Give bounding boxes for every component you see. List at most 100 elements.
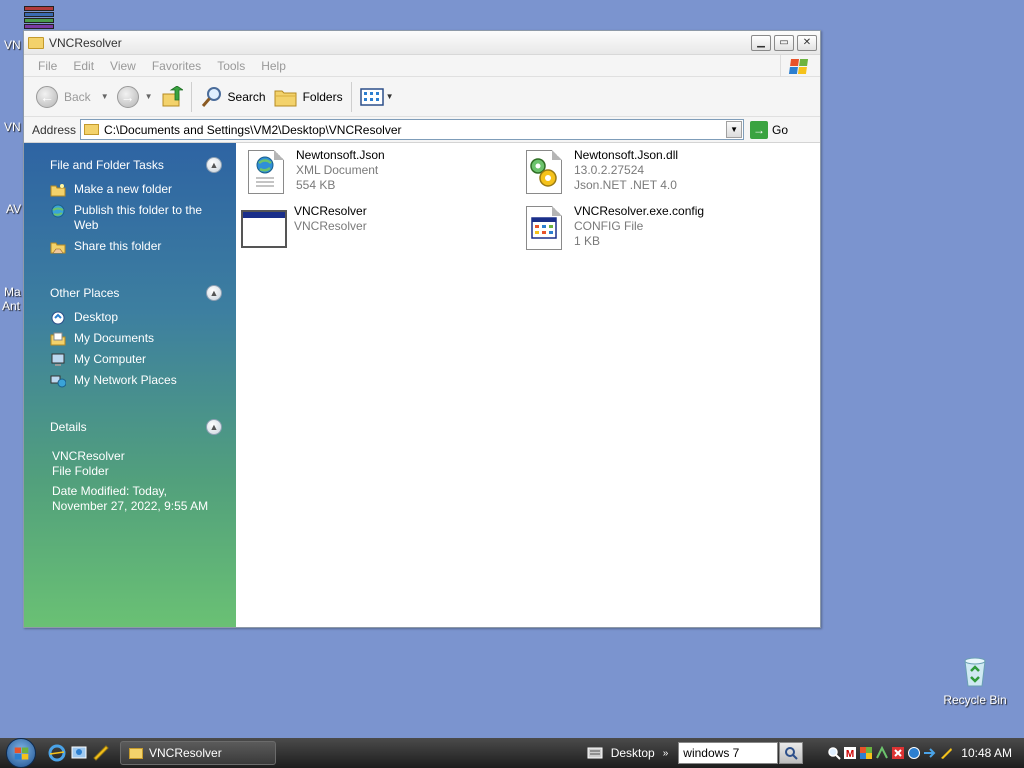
desktop-icon-label[interactable]: AV [6, 202, 21, 216]
chevron-down-icon[interactable]: ▼ [145, 92, 153, 101]
search-tray-icon[interactable] [827, 746, 842, 760]
go-label: Go [772, 122, 789, 137]
place-network-places[interactable]: My Network Places [50, 370, 222, 391]
desktop-icon-label[interactable]: Ma [4, 285, 21, 299]
folders-button[interactable]: Folders [270, 82, 347, 112]
file-description: VNCResolver [294, 219, 367, 233]
menu-favorites[interactable]: Favorites [152, 59, 201, 73]
mcafee-icon[interactable]: M [843, 746, 857, 760]
file-name: VNCResolver.exe.config [574, 204, 705, 218]
desktop-icon-label[interactable]: Ant [2, 299, 20, 313]
network-places-icon [50, 375, 66, 388]
taskbar-search-input[interactable]: windows 7 [678, 742, 779, 764]
minimize-button[interactable]: ▁ [751, 34, 771, 51]
views-icon [359, 87, 384, 106]
address-value: C:\Documents and Settings\VM2\Desktop\VN… [104, 122, 402, 137]
file-name: Newtonsoft.Json [296, 148, 385, 162]
clock[interactable]: 10:48 AM [961, 746, 1012, 760]
recycle-bin-icon [961, 655, 989, 687]
menu-tools[interactable]: Tools [217, 59, 245, 73]
address-label: Address [32, 122, 77, 137]
address-input[interactable]: C:\Documents and Settings\VM2\Desktop\VN… [80, 119, 745, 140]
menu-help[interactable]: Help [261, 59, 286, 73]
file-item[interactable]: VNCResolver VNCResolver [240, 204, 367, 252]
go-button[interactable]: → Go [750, 120, 789, 139]
quick-launch-app-icon[interactable] [92, 744, 110, 762]
place-my-computer[interactable]: My Computer [50, 349, 222, 370]
chevron-down-icon[interactable]: ▼ [101, 92, 109, 101]
title-bar[interactable]: VNCResolver ▁ ▭ ✕ [24, 31, 820, 55]
recycle-bin[interactable]: Recycle Bin [942, 655, 1008, 707]
file-description: Json.NET .NET 4.0 [574, 178, 677, 192]
file-name: VNCResolver [294, 204, 367, 218]
search-button[interactable]: Search [196, 82, 270, 112]
collapse-icon[interactable]: ▲ [206, 419, 222, 435]
maximize-button[interactable]: ▭ [774, 34, 794, 51]
desktop-icon-label[interactable]: VN [4, 120, 21, 134]
chevron-down-icon[interactable]: ▼ [386, 92, 394, 101]
task-label: Make a new folder [74, 182, 173, 196]
file-item[interactable]: Newtonsoft.Json.dll 13.0.2.27524 Json.NE… [520, 148, 678, 196]
menu-edit[interactable]: Edit [73, 59, 94, 73]
desktop-toolbar-label: Desktop [610, 746, 655, 760]
address-bar: Address C:\Documents and Settings\VM2\De… [24, 117, 820, 143]
window-title: VNCResolver [49, 35, 122, 50]
search-icon [201, 86, 221, 107]
file-size: 554 KB [296, 178, 336, 192]
winrar-archive-icon[interactable] [24, 6, 54, 30]
menu-view[interactable]: View [110, 59, 136, 73]
task-make-new-folder[interactable]: Make a new folder [50, 179, 222, 200]
file-item[interactable]: Newtonsoft.Json XML Document 554 KB [242, 148, 385, 196]
arrow-tray-icon[interactable] [923, 746, 937, 760]
security-center-icon[interactable] [859, 746, 873, 760]
collapse-icon[interactable]: ▲ [206, 285, 222, 301]
section-header[interactable]: File and Folder Tasks ▲ [50, 151, 222, 179]
up-folder-button[interactable] [157, 82, 187, 112]
collapse-icon[interactable]: ▲ [206, 157, 222, 173]
internet-explorer-icon[interactable] [48, 744, 66, 762]
address-dropdown-button[interactable]: ▼ [726, 121, 743, 138]
folders-icon [274, 90, 297, 106]
section-title: Other Places [50, 286, 120, 300]
forward-button[interactable]: → ▼ [113, 82, 157, 112]
place-desktop[interactable]: Desktop [50, 307, 222, 328]
section-header[interactable]: Other Places ▲ [50, 279, 222, 307]
taskbar-search-value: windows 7 [683, 746, 740, 760]
task-share-folder[interactable]: Share this folder [50, 236, 222, 257]
publish-web-icon [51, 204, 65, 218]
place-my-documents[interactable]: My Documents [50, 328, 222, 349]
taskbar-right: Desktop » windows 7 M 10:48 AM [587, 738, 1024, 768]
start-button[interactable] [6, 738, 36, 768]
task-publish-web[interactable]: Publish this folder to the Web [50, 200, 222, 236]
taskbar-button-vncresolver[interactable]: VNCResolver [120, 741, 276, 765]
recycle-bin-label: Recycle Bin [943, 693, 1007, 707]
details-modified-line1: Date Modified: Today, [52, 484, 167, 498]
application-icon [240, 204, 288, 252]
section-header[interactable]: Details ▲ [50, 413, 222, 441]
details-body: VNCResolver File Folder Date Modified: T… [50, 449, 222, 514]
error-icon[interactable] [891, 746, 905, 760]
update-tray-icon[interactable] [939, 746, 953, 760]
windows-logo-icon [780, 55, 816, 77]
close-button[interactable]: ✕ [797, 34, 817, 51]
back-label: Back [64, 89, 91, 104]
show-desktop-icon[interactable] [70, 744, 88, 762]
toolbar-separator [350, 81, 352, 112]
section-title: File and Folder Tasks [50, 158, 164, 172]
taskbar-search-button[interactable] [779, 742, 804, 764]
desktop-toolbar[interactable]: Desktop » [587, 746, 669, 760]
file-version: 13.0.2.27524 [574, 163, 645, 177]
task-label: Share this folder [74, 239, 162, 253]
menu-file[interactable]: File [38, 59, 57, 73]
views-button[interactable]: ▼ [356, 82, 398, 112]
file-item[interactable]: VNCResolver.exe.config CONFIG File 1 KB [520, 204, 704, 252]
file-type: CONFIG File [574, 219, 644, 233]
desktop-icon-label[interactable]: VN [4, 38, 21, 52]
chevron-double-right-icon[interactable]: » [663, 748, 669, 759]
back-button[interactable]: ← Back ▼ [32, 82, 113, 112]
network-icon[interactable] [875, 746, 889, 760]
antivirus-icon[interactable] [907, 746, 921, 760]
search-icon [785, 747, 799, 760]
taskbar-button-label: VNCResolver [149, 746, 222, 760]
menu-bar: File Edit View Favorites Tools Help [24, 55, 820, 77]
